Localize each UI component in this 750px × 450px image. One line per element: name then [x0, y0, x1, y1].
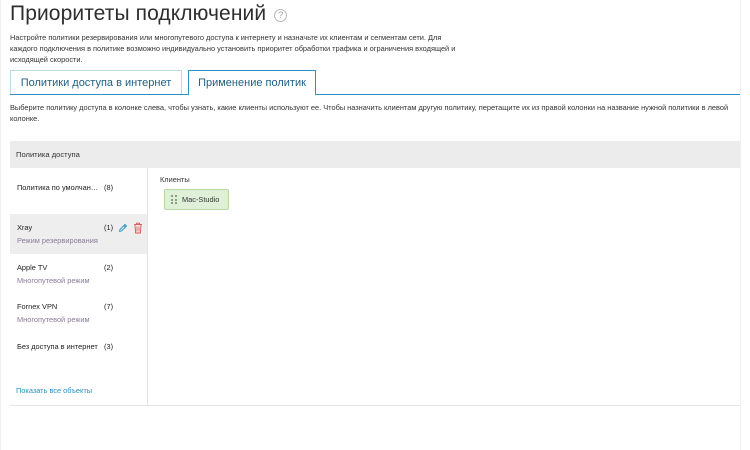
page-title: Приоритеты подключений [10, 2, 267, 25]
tab-bar: Политики доступа в интернет Применение п… [10, 70, 740, 96]
panel-bottom-border [10, 405, 740, 406]
policy-item-xray[interactable]: Xray (1) Режим резервирования [10, 214, 147, 254]
policy-count: (7) [104, 302, 114, 311]
policy-mode: Многопутевой режим [17, 276, 90, 285]
policy-item-default[interactable]: Политика по умолчан… (8) [10, 168, 147, 208]
window-left-border [0, 0, 1, 450]
policy-name: Без доступа в интернет [17, 342, 98, 351]
show-all-objects-link[interactable]: Показать все объекты [16, 386, 92, 395]
instructions-text: Выберите политику доступа в колонке слев… [10, 103, 729, 123]
drag-handle-icon[interactable] [171, 195, 177, 204]
trash-icon[interactable] [133, 222, 143, 234]
client-chip-mac-studio[interactable]: Mac-Studio [164, 189, 229, 210]
policy-item-fornex-vpn[interactable]: Fornex VPN (7) Многопутевой режим [10, 293, 147, 333]
policy-count: (3) [104, 342, 114, 351]
page-description: Настройте политики резервирования или мн… [10, 33, 456, 64]
help-icon[interactable]: ? [274, 9, 288, 22]
tab-apply-policies[interactable]: Применение политик [188, 70, 316, 96]
policy-mode: Режим резервирования [17, 236, 98, 245]
client-name: Mac-Studio [182, 195, 220, 204]
window-right-border [740, 0, 741, 450]
policy-column-header: Политика доступа [10, 141, 740, 168]
policy-name: Fornex VPN [17, 302, 58, 311]
policy-item-apple-tv[interactable]: Apple TV (2) Многопутевой режим [10, 254, 147, 294]
pencil-icon[interactable] [118, 223, 128, 233]
policy-name: Xray [17, 223, 33, 232]
column-divider [147, 168, 148, 406]
page-header: Приоритеты подключений ? [10, 2, 288, 26]
policy-count: (1) [104, 223, 114, 232]
policy-name: Apple TV [17, 263, 48, 272]
tab-internet-access-policies[interactable]: Политики доступа в интернет [10, 70, 182, 94]
policy-count: (8) [104, 183, 114, 192]
policy-name: Политика по умолчан… [17, 183, 99, 192]
clients-column-label: Клиенты [160, 175, 190, 184]
policy-mode: Многопутевой режим [17, 315, 90, 324]
policy-item-no-internet[interactable]: Без доступа в интернет (3) [10, 333, 147, 373]
policy-list: Политика по умолчан… (8) Xray (1) Режим … [10, 168, 147, 406]
policy-count: (2) [104, 263, 114, 272]
